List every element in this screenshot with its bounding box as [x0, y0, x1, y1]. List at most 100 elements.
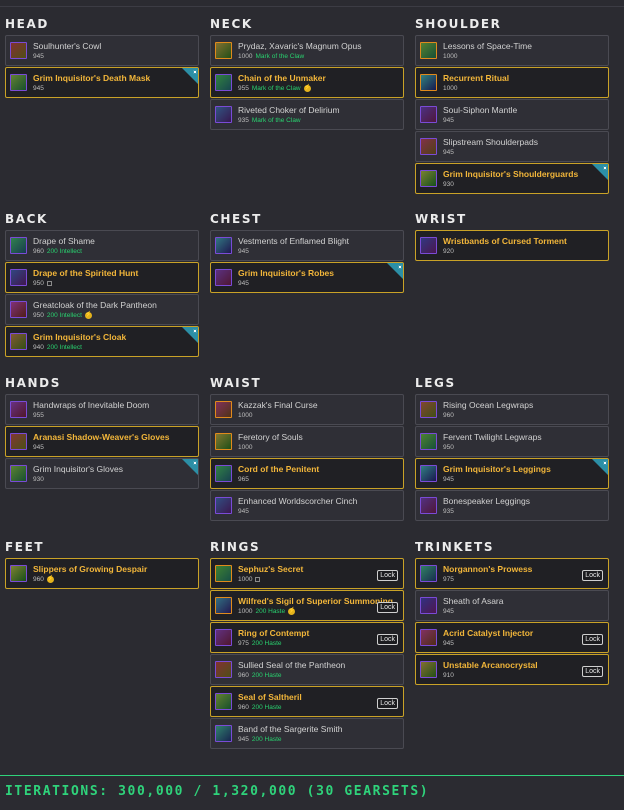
gear-item[interactable]: Aranasi Shadow-Weaver's Gloves 945: [5, 426, 199, 457]
lock-button[interactable]: Lock: [377, 570, 398, 581]
gear-item[interactable]: Soul-Siphon Mantle 945: [415, 99, 609, 130]
item-details: 1000: [443, 84, 509, 93]
gear-item[interactable]: Bonespeaker Leggings 935: [415, 490, 609, 521]
item-text: Grim Inquisitor's Shoulderguards 930: [443, 169, 578, 189]
item-icon: [10, 433, 27, 450]
lock-button[interactable]: Lock: [582, 570, 603, 581]
gear-item[interactable]: Sheath of Asara 945: [415, 590, 609, 621]
gear-item[interactable]: Grim Inquisitor's Robes 945 ✦: [210, 262, 404, 293]
gear-item[interactable]: Unstable Arcanocrystal 910 Lock: [415, 654, 609, 685]
gear-item[interactable]: Norgannon's Prowess 975 Lock: [415, 558, 609, 589]
item-text: Kazzak's Final Curse 1000: [238, 400, 318, 420]
item-text: Sheath of Asara 945: [443, 596, 504, 616]
item-icon: [420, 42, 437, 59]
gear-item[interactable]: Rising Ocean Legwraps 960: [415, 394, 609, 425]
item-level: 1000: [238, 52, 253, 60]
gear-item[interactable]: Chain of the Unmaker 955 Mark of the Claw ⚡: [210, 67, 404, 98]
gear-item[interactable]: Acrid Catalyst Injector 945 Lock: [415, 622, 609, 653]
item-level: 945: [238, 507, 249, 515]
gear-item[interactable]: Wilfred's Sigil of Superior Summoning 100…: [210, 590, 404, 621]
item-name: Greatcloak of the Dark Pantheon: [33, 299, 157, 310]
item-details: 1000: [238, 575, 303, 584]
item-text: Vestments of Enflamed Blight 945: [238, 236, 349, 256]
item-text: Sullied Seal of the Pantheon 960 200 Haste: [238, 660, 345, 680]
gear-item[interactable]: Fervent Twilight Legwraps 950: [415, 426, 609, 457]
gear-item[interactable]: Seal of Saltheril 960 200 Haste Lock: [210, 686, 404, 717]
gear-item[interactable]: Grim Inquisitor's Shoulderguards 930 ✦: [415, 163, 609, 194]
item-stat: 200 Haste: [251, 671, 282, 679]
section-title: HEAD: [5, 17, 49, 31]
item-level: 945: [33, 84, 44, 92]
section-title: WRIST: [415, 212, 467, 226]
gear-item[interactable]: Grim Inquisitor's Cloak 940 200 Intellect ✦: [5, 326, 199, 357]
gear-item[interactable]: Grim Inquisitor's Gloves 930 ✦: [5, 458, 199, 489]
item-text: Slipstream Shoulderpads 945: [443, 137, 538, 157]
gear-item[interactable]: Recurrent Ritual 1000: [415, 67, 609, 98]
item-level: 935: [238, 116, 249, 124]
item-list: Norgannon's Prowess 975 Lock Sheath of Asar…: [415, 558, 609, 685]
gear-item[interactable]: Soulhunter's Cowl 945: [5, 35, 199, 66]
section-chest: CHEST Vestments of Enflamed Blight 945 Grim…: [210, 212, 404, 293]
item-level: 960: [33, 575, 44, 583]
item-name: Sephuz's Secret: [238, 563, 304, 574]
item-level: 945: [443, 475, 454, 483]
gear-item[interactable]: Drape of the Spirited Hunt 950: [5, 262, 199, 293]
gear-item[interactable]: Slipstream Shoulderpads 945: [415, 131, 609, 162]
item-text: Slippers of Growing Despair 960 ⚡: [33, 564, 147, 584]
item-name: Unstable Arcanocrystal: [443, 659, 538, 670]
gear-item[interactable]: Slippers of Growing Despair 960 ⚡: [5, 558, 199, 589]
item-details: 945: [443, 116, 517, 125]
gear-item[interactable]: Feretory of Souls 1000: [210, 426, 404, 457]
item-icon: [420, 465, 437, 482]
gear-item[interactable]: Prydaz, Xavaric's Magnum Opus 1000 Mark of…: [210, 35, 404, 66]
gear-item[interactable]: Riveted Choker of Delirium 935 Mark of the…: [210, 99, 404, 130]
lock-button[interactable]: Lock: [377, 602, 398, 613]
item-text: Grim Inquisitor's Death Mask 945: [33, 73, 150, 93]
item-icon: [215, 629, 232, 646]
gear-item[interactable]: Cord of the Penitent 965: [210, 458, 404, 489]
gear-item[interactable]: Grim Inquisitor's Leggings 945 ✦: [415, 458, 609, 489]
item-level: 920: [443, 247, 454, 255]
item-name: Grim Inquisitor's Death Mask: [33, 72, 151, 83]
item-text: Aranasi Shadow-Weaver's Gloves 945: [33, 432, 170, 452]
gear-item[interactable]: Wristbands of Cursed Torment 920: [415, 230, 609, 261]
gear-item[interactable]: Band of the Sargerite Smith 945 200 Haste: [210, 718, 404, 749]
gear-item[interactable]: Greatcloak of the Dark Pantheon 950 200 In…: [5, 294, 199, 325]
item-icon: [420, 661, 437, 678]
item-level: 930: [443, 180, 454, 188]
gear-item[interactable]: Handwraps of Inevitable Doom 955: [5, 394, 199, 425]
gear-item[interactable]: Sullied Seal of the Pantheon 960 200 Haste: [210, 654, 404, 685]
gear-item[interactable]: Grim Inquisitor's Death Mask 945 ✦: [5, 67, 199, 98]
gear-item[interactable]: Enhanced Worldscorcher Cinch 945: [210, 490, 404, 521]
item-text: Norgannon's Prowess 975: [443, 564, 532, 584]
tier-corner-icon: ✦: [592, 459, 608, 475]
item-stat: 200 Haste: [251, 735, 282, 743]
lock-button[interactable]: Lock: [377, 634, 398, 645]
gear-item[interactable]: Drape of Shame 960 200 Intellect: [5, 230, 199, 261]
item-icon: [420, 565, 437, 582]
item-name: Soul-Siphon Mantle: [443, 104, 518, 115]
gear-item[interactable]: Sephuz's Secret 1000 Lock: [210, 558, 404, 589]
gear-item[interactable]: Lessons of Space-Time 1000: [415, 35, 609, 66]
item-text: Seal of Saltheril 960 200 Haste: [238, 692, 302, 712]
gear-item[interactable]: Ring of Contempt 975 200 Haste Lock: [210, 622, 404, 653]
item-name: Recurrent Ritual: [443, 72, 510, 83]
lock-button[interactable]: Lock: [582, 666, 603, 677]
gear-item[interactable]: Kazzak's Final Curse 1000: [210, 394, 404, 425]
gear-item[interactable]: Vestments of Enflamed Blight 945: [210, 230, 404, 261]
lock-button[interactable]: Lock: [582, 634, 603, 645]
iterations-status: ITERATIONS: 300,000 / 1,320,000 (30 GEAR…: [5, 784, 430, 799]
item-details: 930: [443, 180, 578, 189]
item-name: Soulhunter's Cowl: [33, 40, 102, 51]
item-name: Grim Inquisitor's Robes: [238, 267, 335, 278]
item-details: 935: [443, 507, 530, 516]
item-details: 945: [443, 607, 504, 616]
leech-badge-icon: ⚡: [303, 84, 312, 92]
section-title: SHOULDER: [415, 17, 502, 31]
gem-socket-icon: [46, 280, 52, 286]
lock-button[interactable]: Lock: [377, 698, 398, 709]
item-details: 945: [238, 279, 334, 288]
item-name: Fervent Twilight Legwraps: [443, 431, 542, 442]
item-details: 945: [443, 148, 538, 157]
item-text: Wristbands of Cursed Torment 920: [443, 236, 567, 256]
